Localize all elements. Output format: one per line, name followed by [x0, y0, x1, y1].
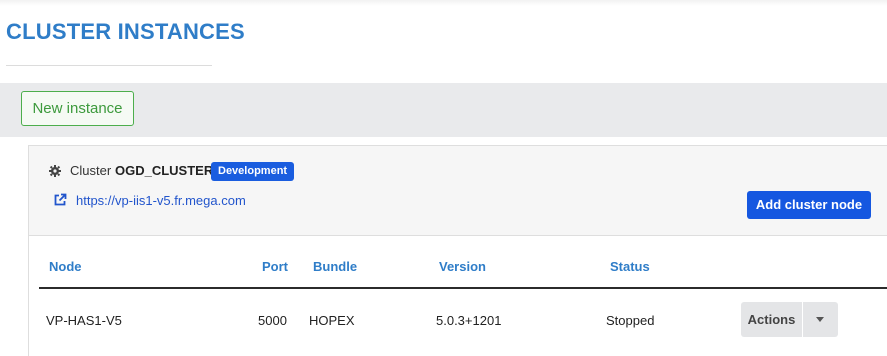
- actions-dropdown-toggle[interactable]: [803, 302, 838, 337]
- caret-down-icon: [816, 317, 824, 322]
- cluster-url-link[interactable]: https://vp-iis1-v5.fr.mega.com: [76, 193, 246, 208]
- column-header-node[interactable]: Node: [49, 259, 82, 274]
- column-header-version[interactable]: Version: [439, 259, 486, 274]
- column-header-bundle[interactable]: Bundle: [313, 259, 357, 274]
- cluster-name: OGD_CLUSTER: [115, 163, 214, 178]
- cell-version: 5.0.3+1201: [436, 313, 502, 328]
- actions-button[interactable]: Actions: [741, 302, 802, 337]
- add-cluster-node-button[interactable]: Add cluster node: [747, 191, 871, 219]
- content-left-gutter: [0, 137, 28, 356]
- top-shadow: [0, 0, 887, 6]
- cell-bundle: HOPEX: [309, 313, 355, 328]
- cluster-header: Cluster OGD_CLUSTER Development https://…: [29, 146, 887, 236]
- external-link-icon[interactable]: [53, 193, 67, 207]
- title-divider: [6, 65, 212, 66]
- cell-port: 5000: [258, 313, 287, 328]
- page: CLUSTER INSTANCES New instance Cluster O…: [0, 0, 887, 356]
- column-header-port[interactable]: Port: [262, 259, 288, 274]
- environment-badge: Development: [211, 162, 295, 181]
- gear-icon: [49, 165, 61, 177]
- column-header-status[interactable]: Status: [610, 259, 650, 274]
- cell-node: VP-HAS1-V5: [46, 313, 122, 328]
- new-instance-button[interactable]: New instance: [21, 91, 134, 126]
- cell-status: Stopped: [606, 313, 655, 328]
- table-header-rule: [39, 287, 887, 289]
- cluster-label: Cluster: [70, 163, 112, 178]
- toolbar: New instance: [0, 83, 887, 137]
- cluster-card: Cluster OGD_CLUSTER Development https://…: [28, 145, 887, 356]
- page-title: CLUSTER INSTANCES: [6, 19, 245, 44]
